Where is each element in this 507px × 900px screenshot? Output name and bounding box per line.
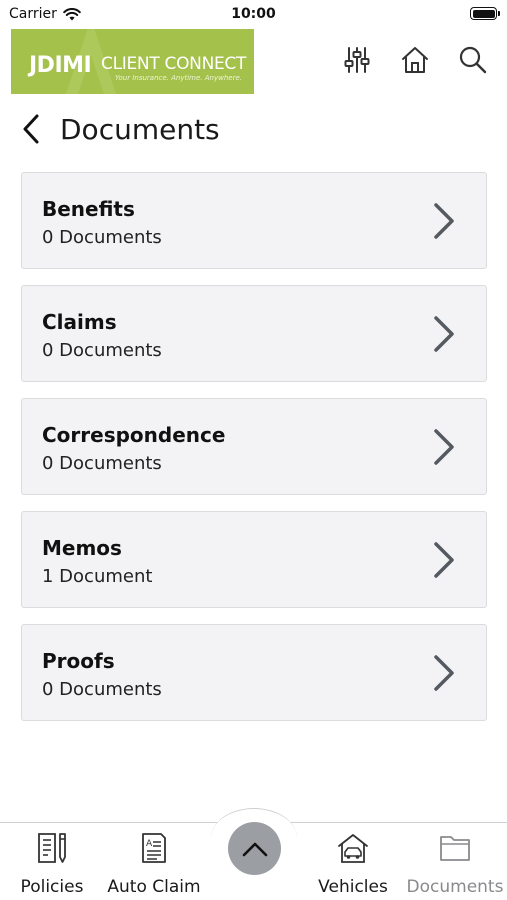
chevron-right-icon: [434, 203, 454, 239]
tab-label: Auto Claim: [107, 877, 201, 897]
logo-mark: JDIMI: [29, 53, 92, 78]
auto-claim-icon: A: [142, 833, 166, 863]
category-count: 0 Documents: [42, 453, 162, 474]
chevron-right-icon: [434, 316, 454, 352]
filter-button[interactable]: [341, 44, 373, 76]
status-bar: Carrier 10:00: [0, 0, 507, 28]
app-logo: JDIMI CLIENT CONNECT Your Insurance. Any…: [11, 29, 254, 94]
chevron-up-icon: [242, 842, 267, 856]
tab-label: Policies: [20, 877, 84, 897]
chevron-right-icon: [434, 542, 454, 578]
sliders-icon: [344, 47, 370, 73]
app-header: JDIMI CLIENT CONNECT Your Insurance. Any…: [0, 28, 507, 96]
policy-document-icon: [38, 833, 66, 863]
header-actions: [341, 44, 489, 76]
battery-icon: [470, 7, 500, 20]
tab-label: Documents: [406, 877, 504, 897]
chevron-right-icon: [434, 655, 454, 691]
category-card-correspondence[interactable]: Correspondence 0 Documents: [21, 398, 487, 495]
category-card-claims[interactable]: Claims 0 Documents: [21, 285, 487, 382]
category-title: Memos: [42, 536, 122, 560]
home-icon: [402, 47, 428, 73]
tab-vehicles[interactable]: Vehicles: [303, 829, 403, 897]
tab-documents[interactable]: Documents: [405, 829, 505, 897]
search-button[interactable]: [457, 44, 489, 76]
category-count: 0 Documents: [42, 679, 162, 700]
clock: 10:00: [231, 6, 276, 22]
search-icon: [459, 46, 487, 74]
category-title: Benefits: [42, 197, 135, 221]
tab-auto-claim[interactable]: A Auto Claim: [104, 829, 204, 897]
category-title: Proofs: [42, 649, 115, 673]
logo-wordmark: CLIENT CONNECT: [101, 54, 247, 74]
page-title: Documents: [60, 112, 220, 146]
home-button[interactable]: [399, 44, 431, 76]
chevron-right-icon: [434, 429, 454, 465]
category-card-memos[interactable]: Memos 1 Document: [21, 511, 487, 608]
category-card-benefits[interactable]: Benefits 0 Documents: [21, 172, 487, 269]
category-count: 1 Document: [42, 566, 153, 587]
folder-icon: [440, 836, 470, 861]
category-count: 0 Documents: [42, 227, 162, 248]
chevron-left-icon: [23, 114, 39, 144]
page-header: Documents: [20, 108, 220, 150]
tab-policies[interactable]: Policies: [2, 829, 102, 897]
category-count: 0 Documents: [42, 340, 162, 361]
expand-menu-button[interactable]: [228, 822, 281, 875]
vehicle-garage-icon: [338, 834, 368, 863]
category-title: Claims: [42, 310, 117, 334]
svg-text:A: A: [146, 839, 153, 849]
document-category-list: Benefits 0 Documents Claims 0 Documents …: [21, 172, 487, 737]
category-card-proofs[interactable]: Proofs 0 Documents: [21, 624, 487, 721]
category-title: Correspondence: [42, 423, 226, 447]
back-button[interactable]: [20, 109, 50, 149]
logo-tagline: Your Insurance. Anytime. Anywhere.: [115, 74, 243, 82]
tab-label: Vehicles: [318, 877, 388, 897]
